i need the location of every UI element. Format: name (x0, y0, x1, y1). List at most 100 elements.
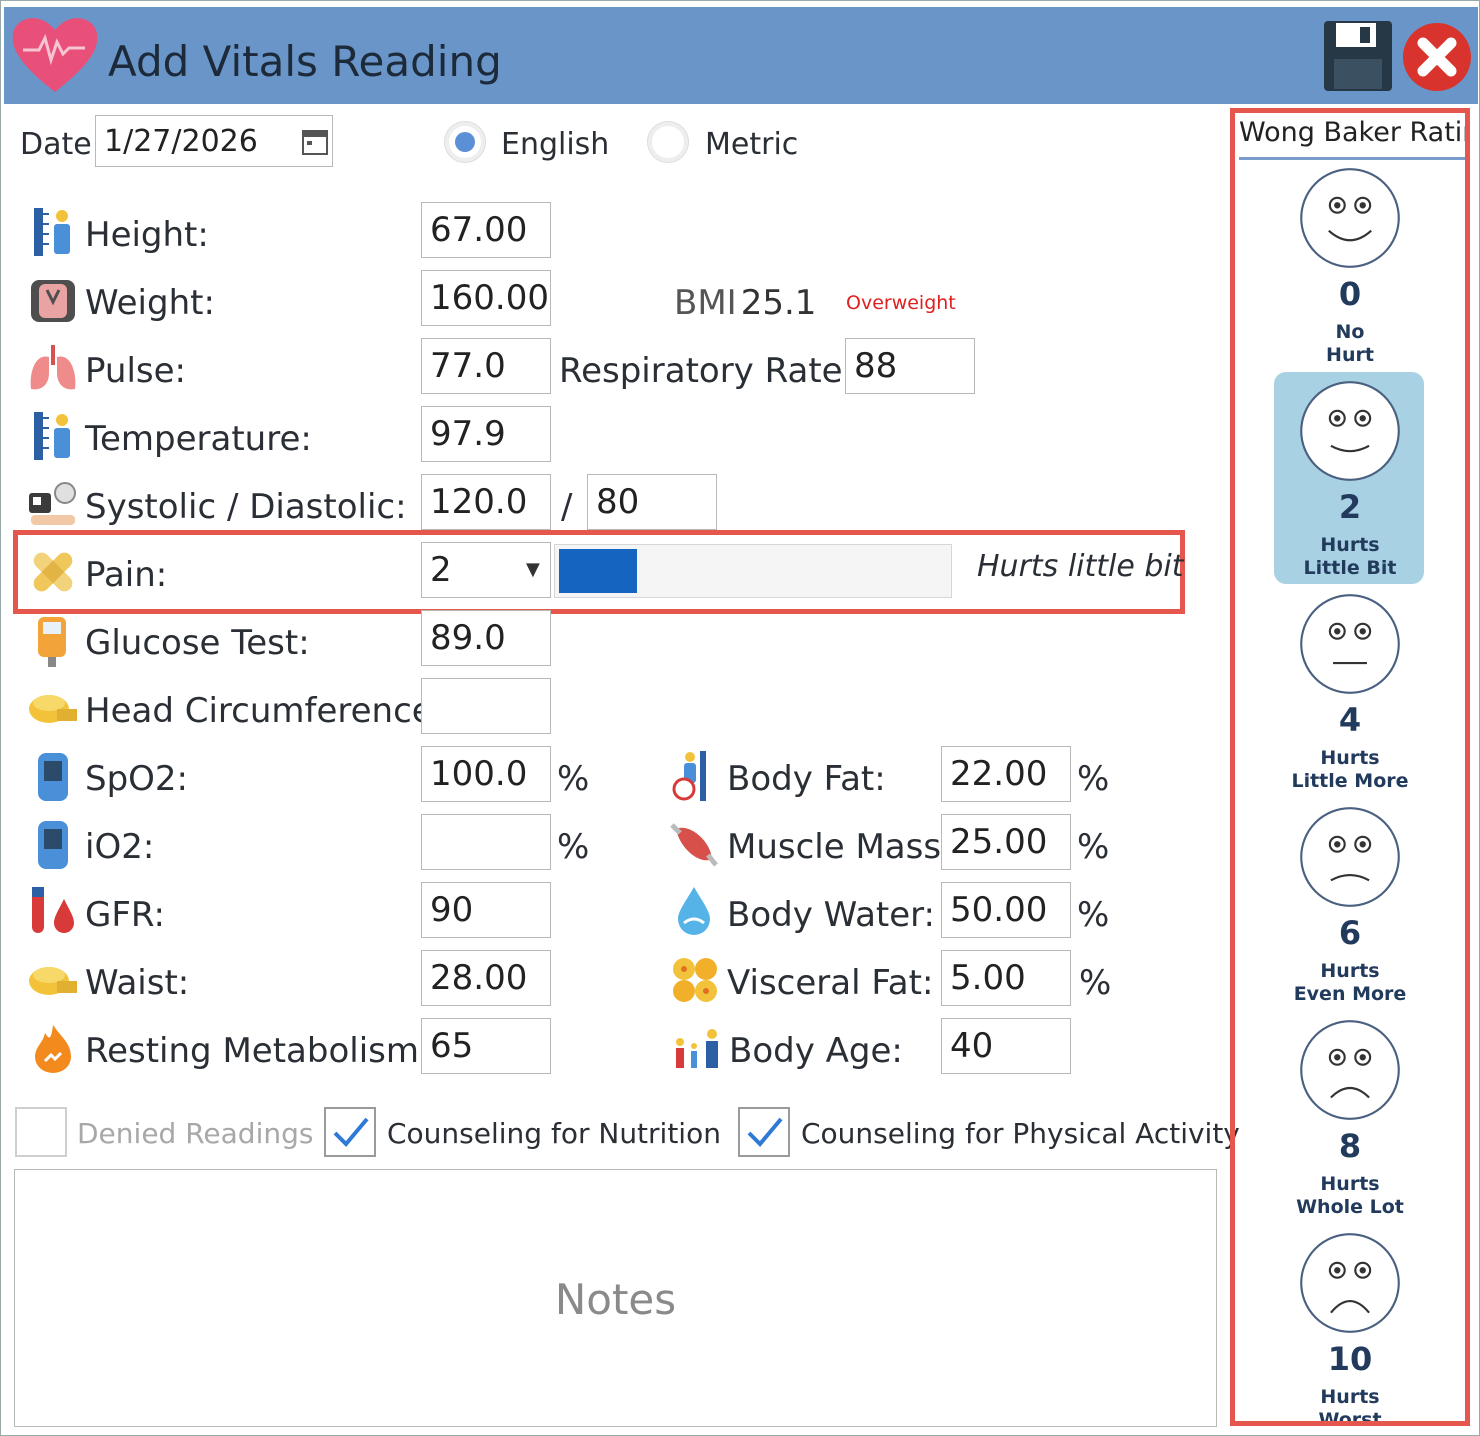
face-caption-line2: Worst (1318, 1409, 1382, 1426)
english-radio[interactable] (444, 121, 486, 163)
face-caption-line1: Hurts (1320, 747, 1380, 769)
heart-pulse-icon (12, 18, 98, 93)
close-icon[interactable] (1401, 21, 1473, 93)
systolic-input[interactable]: 120.0 (421, 474, 551, 530)
bodyfat-input[interactable]: 22.00 (941, 746, 1071, 802)
notes-textarea[interactable]: Notes (14, 1169, 1217, 1427)
water-unit: % (1077, 895, 1110, 935)
visceral-input[interactable]: 5.00 (941, 950, 1071, 1006)
pulse-input[interactable]: 77.0 (421, 338, 551, 394)
face-caption-line1: Hurts (1320, 1173, 1380, 1195)
respiratory-input[interactable]: 88 (845, 338, 975, 394)
spo2-label: SpO2: (85, 759, 189, 799)
nutrition-label[interactable]: Counseling for Nutrition (387, 1117, 721, 1150)
pain-label: Pain: (85, 555, 168, 595)
metric-radio[interactable] (647, 121, 689, 163)
nutrition-checkbox[interactable] (324, 1107, 376, 1157)
height-input[interactable]: 67.00 (421, 202, 551, 258)
waist-input[interactable]: 28.00 (421, 950, 551, 1006)
bp-separator: / (561, 487, 573, 527)
pulse-label: Pulse: (85, 351, 186, 391)
face-6-icon (1300, 807, 1400, 907)
test-tube-blood-icon (32, 887, 74, 933)
metric-label[interactable]: Metric (705, 127, 798, 162)
head-input[interactable] (421, 678, 551, 734)
face-8-icon (1300, 1020, 1400, 1120)
activity-label[interactable]: Counseling for Physical Activity (801, 1117, 1240, 1150)
visceral-label: Visceral Fat: (727, 963, 934, 1003)
io2-unit: % (557, 827, 590, 867)
wong-baker-panel: Wong Baker Rating 0NoHurt2HurtsLittle Bi… (1230, 108, 1470, 1426)
weight-input[interactable]: 160.00 (421, 270, 551, 326)
checkmark-icon (747, 1117, 783, 1147)
calendar-icon[interactable] (302, 127, 328, 155)
face-0-icon (1300, 168, 1400, 268)
face-option-8[interactable]: 8 Hurts Whole Lot (1275, 1017, 1425, 1219)
head-label: Head Circumference: (85, 691, 445, 731)
activity-checkbox[interactable] (738, 1107, 790, 1157)
temperature-input[interactable]: 97.9 (421, 406, 551, 462)
notes-placeholder: Notes (554, 1275, 677, 1324)
body-fat-icon (672, 751, 706, 801)
window-title: Add Vitals Reading (108, 37, 502, 86)
bodyage-label: Body Age: (729, 1031, 903, 1071)
face-10-icon (1300, 1233, 1400, 1333)
spo2-input[interactable]: 100.0 (421, 746, 551, 802)
diastolic-input[interactable]: 80 (587, 474, 717, 530)
gfr-input[interactable]: 90 (421, 882, 551, 938)
face-number: 8 (1338, 1127, 1362, 1165)
face-caption-line1: Hurts (1320, 960, 1380, 982)
english-label[interactable]: English (501, 127, 609, 162)
water-label: Body Water: (727, 895, 936, 935)
io2-label: iO2: (85, 827, 155, 867)
face-option-0[interactable]: 0 No Hurt (1275, 165, 1425, 367)
face-caption-line1: Hurts (1320, 534, 1380, 556)
bodyfat-label: Body Fat: (727, 759, 886, 799)
water-drop-icon (678, 887, 710, 935)
denied-readings-label[interactable]: Denied Readings (77, 1117, 313, 1150)
face-caption-line1: No (1335, 321, 1365, 343)
face-caption-line1: Hurts (1320, 1386, 1380, 1408)
face-option-10[interactable]: 10 Hurts Worst (1275, 1230, 1425, 1426)
bandage-icon (33, 552, 73, 592)
checkmark-icon (333, 1117, 369, 1147)
muscle-icon (670, 823, 718, 867)
face-number: 6 (1338, 914, 1362, 952)
face-caption-line2: Hurt (1326, 344, 1374, 366)
face-4-icon (1300, 594, 1400, 694)
date-picker[interactable]: 1/27/2026 (95, 115, 333, 167)
save-icon[interactable] (1322, 19, 1394, 93)
face-number: 10 (1327, 1340, 1373, 1378)
rmr-label: Resting Metabolism: (85, 1031, 431, 1071)
water-input[interactable]: 50.00 (941, 882, 1071, 938)
muscle-label: Muscle Mass: (727, 827, 953, 867)
muscle-unit: % (1077, 827, 1110, 867)
denied-readings-checkbox[interactable] (15, 1107, 67, 1157)
bodyage-input[interactable]: 40 (941, 1018, 1071, 1074)
face-option-4[interactable]: 4 Hurts Little More (1275, 591, 1425, 793)
temperature-label: Temperature: (85, 419, 312, 459)
face-number: 0 (1338, 275, 1362, 313)
title-bar: Add Vitals Reading (4, 7, 1478, 104)
bmi-label: BMI 25.1 (674, 283, 816, 323)
date-label: Date: (20, 127, 102, 162)
height-label: Height: (85, 215, 209, 255)
tape-measure-icon (29, 695, 77, 723)
respiratory-label: Respiratory Rate: (559, 351, 855, 391)
dropdown-arrow-icon[interactable]: ▼ (526, 543, 540, 597)
face-option-2[interactable]: 2 Hurts Little Bit (1274, 372, 1425, 584)
face-option-6[interactable]: 6 Hurts Even More (1275, 804, 1425, 1006)
face-number: 4 (1338, 701, 1362, 739)
muscle-input[interactable]: 25.00 (941, 814, 1071, 870)
gfr-label: GFR: (85, 895, 165, 935)
fat-cells-icon (673, 958, 717, 1002)
date-value: 1/27/2026 (104, 124, 258, 159)
glucose-input[interactable]: 89.0 (421, 610, 551, 666)
pain-bar (554, 544, 952, 598)
spo2-unit: % (557, 759, 590, 799)
bodyfat-unit: % (1077, 759, 1110, 799)
rmr-input[interactable]: 65 (421, 1018, 551, 1074)
pain-dropdown[interactable]: 2 ▼ (421, 542, 551, 598)
face-2-icon (1300, 381, 1400, 481)
io2-input[interactable] (421, 814, 551, 870)
